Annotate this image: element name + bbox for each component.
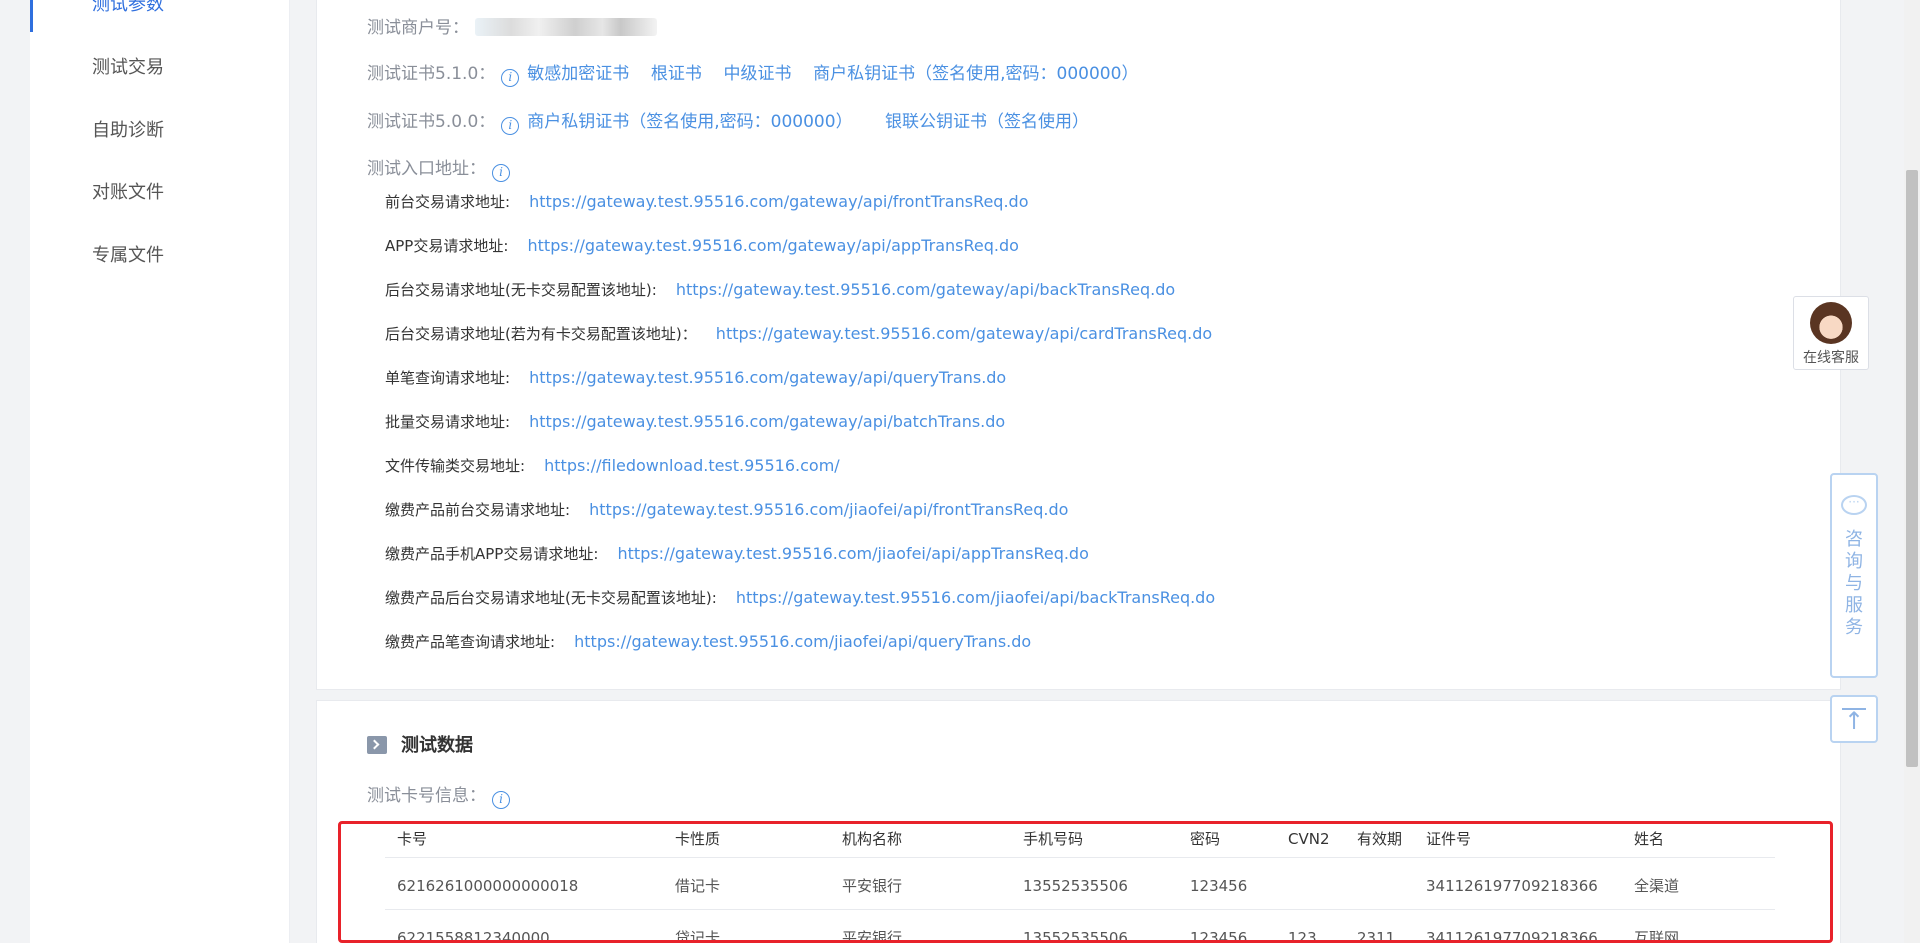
section-title-text: 测试数据 (401, 735, 473, 756)
url-label: 缴费产品后台交易请求地址(无卡交易配置该地址): (385, 589, 717, 607)
url-row: 后台交易请求地址(无卡交易配置该地址): https://gateway.tes… (385, 279, 1175, 300)
url-row: APP交易请求地址: https://gateway.test.95516.co… (385, 235, 1019, 256)
card-info-row: 测试卡号信息： i (367, 781, 518, 809)
online-service-label: 在线客服 (1803, 350, 1859, 366)
cert510-row: 测试证书5.1.0： i 敏感加密证书 根证书 中级证书 商户私钥证书（签名使用,密… (367, 59, 1138, 87)
online-service-button[interactable]: 在线客服 (1793, 296, 1869, 370)
url-row: 缴费产品后台交易请求地址(无卡交易配置该地址): https://gateway… (385, 587, 1215, 608)
url-link[interactable]: https://gateway.test.95516.com/gateway/a… (676, 280, 1175, 299)
sidebar-item-reconciliation-files[interactable]: 对账文件 (92, 178, 164, 204)
url-link[interactable]: https://gateway.test.95516.com/gateway/a… (716, 324, 1212, 343)
cert-link-intermediate[interactable]: 中级证书 (724, 64, 792, 84)
scrollbar-thumb[interactable] (1906, 170, 1918, 767)
url-link[interactable]: https://gateway.test.95516.com/gateway/a… (529, 412, 1005, 431)
entry-label: 测试入口地址： (367, 159, 486, 179)
url-row: 文件传输类交易地址: https://filedownload.test.955… (385, 455, 840, 476)
url-row: 缴费产品手机APP交易请求地址: https://gateway.test.95… (385, 543, 1089, 564)
url-row: 后台交易请求地址(若为有卡交易配置该地址)： https://gateway.t… (385, 323, 1212, 344)
url-label: 缴费产品手机APP交易请求地址: (385, 545, 599, 563)
merchant-id-redacted (475, 18, 657, 36)
terminal-icon (367, 736, 387, 754)
entry-row: 测试入口地址： i (367, 154, 518, 182)
cert500-row: 测试证书5.0.0： i 商户私钥证书（签名使用,密码：000000） 银联公钥证书… (367, 107, 1089, 135)
agent-avatar (1810, 302, 1852, 344)
url-label: 缴费产品笔查询请求地址: (385, 633, 556, 651)
url-link[interactable]: https://gateway.test.95516.com/jiaofei/a… (574, 632, 1031, 651)
url-link[interactable]: https://gateway.test.95516.com/jiaofei/a… (589, 500, 1068, 519)
url-label: 批量交易请求地址: (385, 413, 511, 431)
cert510-label: 测试证书5.1.0： (367, 64, 496, 84)
url-row: 单笔查询请求地址: https://gateway.test.95516.com… (385, 367, 1006, 388)
url-row: 批量交易请求地址: https://gateway.test.95516.com… (385, 411, 1005, 432)
url-row: 缴费产品前台交易请求地址: https://gateway.test.95516… (385, 499, 1068, 520)
cert-link-unionpay-public[interactable]: 银联公钥证书（签名使用） (885, 112, 1089, 132)
url-link[interactable]: https://gateway.test.95516.com/gateway/a… (528, 236, 1019, 255)
sidebar-item-test-params[interactable]: 测试参数 (92, 0, 164, 16)
merchant-row: 测试商户号： (367, 13, 657, 38)
scrollbar[interactable] (1904, 0, 1920, 943)
info-icon[interactable]: i (501, 69, 520, 87)
info-icon[interactable]: i (501, 117, 520, 135)
cert-link-merchant-private[interactable]: 商户私钥证书（签名使用,密码：000000） (813, 64, 1138, 84)
cert-link-merchant-private-500[interactable]: 商户私钥证书（签名使用,密码：000000） (527, 112, 852, 132)
consult-service-button[interactable]: ··· 咨询与服务 (1830, 473, 1878, 678)
arrow-up-icon: ↑ (1843, 707, 1865, 735)
chat-bubble-icon: ··· (1841, 495, 1867, 515)
cert-link-root[interactable]: 根证书 (651, 64, 702, 84)
info-icon[interactable]: i (492, 164, 510, 182)
cert500-label: 测试证书5.0.0： (367, 112, 496, 132)
card-info-label: 测试卡号信息： (367, 786, 486, 806)
cert-link-sensitive-encrypt[interactable]: 敏感加密证书 (527, 64, 629, 84)
url-label: 单笔查询请求地址: (385, 369, 511, 387)
url-link[interactable]: https://gateway.test.95516.com/gateway/a… (529, 192, 1028, 211)
left-gutter (0, 0, 30, 943)
merchant-label: 测试商户号： (367, 18, 469, 38)
url-link[interactable]: https://gateway.test.95516.com/gateway/a… (529, 368, 1006, 387)
url-label: 文件传输类交易地址: (385, 457, 526, 475)
highlight-box (338, 821, 1833, 943)
sidebar-item-self-diagnosis[interactable]: 自助诊断 (92, 116, 164, 142)
info-icon[interactable]: i (492, 791, 510, 809)
sidebar: 测试参数 测试交易 自助诊断 对账文件 专属文件 (30, 0, 290, 943)
url-label: 缴费产品前台交易请求地址: (385, 501, 571, 519)
back-to-top-button[interactable]: ↑ (1830, 695, 1878, 743)
url-link[interactable]: https://gateway.test.95516.com/jiaofei/a… (736, 588, 1215, 607)
url-label: 后台交易请求地址(无卡交易配置该地址): (385, 281, 657, 299)
url-link[interactable]: https://filedownload.test.95516.com/ (544, 456, 840, 475)
sidebar-item-exclusive-files[interactable]: 专属文件 (92, 241, 164, 267)
consult-service-label: 咨询与服务 (1845, 529, 1863, 638)
url-link[interactable]: https://gateway.test.95516.com/jiaofei/a… (618, 544, 1089, 563)
section-title: 测试数据 (367, 731, 473, 757)
active-indicator (30, 0, 33, 32)
test-params-card: 测试商户号： 测试证书5.1.0： i 敏感加密证书 根证书 中级证书 商户私钥证书… (316, 0, 1841, 690)
url-label: 后台交易请求地址(若为有卡交易配置该地址)： (385, 325, 697, 343)
sidebar-item-test-transaction[interactable]: 测试交易 (92, 53, 164, 79)
url-label: 前台交易请求地址: (385, 193, 511, 211)
url-row: 前台交易请求地址: https://gateway.test.95516.com… (385, 191, 1029, 212)
url-label: APP交易请求地址: (385, 237, 509, 255)
url-row: 缴费产品笔查询请求地址: https://gateway.test.95516.… (385, 631, 1031, 652)
